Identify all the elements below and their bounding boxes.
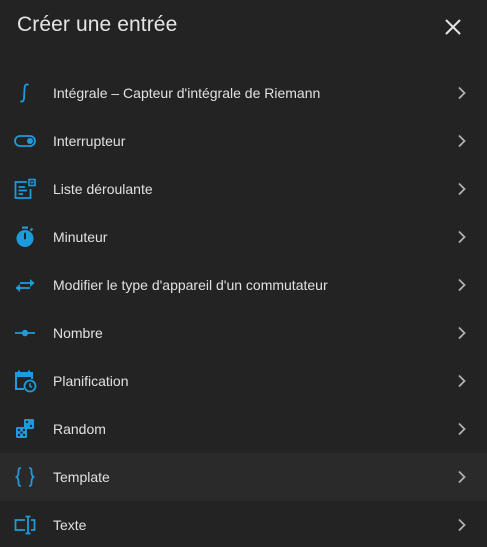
chevron-right-icon: [452, 419, 472, 439]
list-item-integrale[interactable]: Intégrale – Capteur d'intégrale de Riema…: [0, 69, 487, 117]
chevron-right-icon: [452, 83, 472, 103]
ray-vertex-icon: [13, 321, 37, 345]
chevron-right-icon: [452, 323, 472, 343]
form-textbox-icon: [13, 513, 37, 537]
dialog-header: Créer une entrée: [0, 0, 487, 56]
list-item-label: Template: [53, 469, 110, 485]
integral-icon: [13, 81, 37, 105]
chevron-right-icon: [452, 179, 472, 199]
chevron-right-icon: [452, 131, 472, 151]
list-item-random[interactable]: Random: [0, 405, 487, 453]
list-item-texte[interactable]: Texte: [0, 501, 487, 547]
list-item-liste-deroulante[interactable]: Liste déroulante: [0, 165, 487, 213]
list-item-label: Interrupteur: [53, 133, 126, 149]
list-item-planification[interactable]: Planification: [0, 357, 487, 405]
chevron-right-icon: [452, 227, 472, 247]
list-item-nombre[interactable]: Nombre: [0, 309, 487, 357]
list-item-label: Minuteur: [53, 229, 108, 245]
list-item-label: Nombre: [53, 325, 103, 341]
close-button[interactable]: [438, 12, 468, 42]
dice-icon: [13, 417, 37, 441]
list-item-label: Planification: [53, 373, 129, 389]
list-item-interrupteur[interactable]: Interrupteur: [0, 117, 487, 165]
chevron-right-icon: [452, 275, 472, 295]
chevron-right-icon: [452, 467, 472, 487]
chevron-right-icon: [452, 371, 472, 391]
code-braces-icon: [13, 465, 37, 489]
list-item-label: Modifier le type d'appareil d'un commuta…: [53, 277, 328, 293]
list-item-label: Intégrale – Capteur d'intégrale de Riema…: [53, 85, 321, 101]
list-item-template[interactable]: Template: [0, 453, 487, 501]
dialog-title: Créer une entrée: [17, 13, 178, 36]
chevron-right-icon: [452, 515, 472, 535]
close-icon: [445, 19, 461, 35]
swap-horizontal-icon: [13, 273, 37, 297]
toggle-switch-icon: [13, 129, 37, 153]
list-item-minuteur[interactable]: Minuteur: [0, 213, 487, 261]
create-entry-dialog: Créer une entrée Intégrale – Capteur d'i…: [0, 0, 487, 547]
list-item-label: Random: [53, 421, 106, 437]
list-item-label: Texte: [53, 517, 87, 533]
list-item-modifier-type[interactable]: Modifier le type d'appareil d'un commuta…: [0, 261, 487, 309]
timer-icon: [13, 225, 37, 249]
helper-type-list: Intégrale – Capteur d'intégrale de Riema…: [0, 69, 487, 547]
form-dropdown-icon: [13, 177, 37, 201]
list-item-label: Liste déroulante: [53, 181, 153, 197]
calendar-clock-icon: [13, 369, 37, 393]
